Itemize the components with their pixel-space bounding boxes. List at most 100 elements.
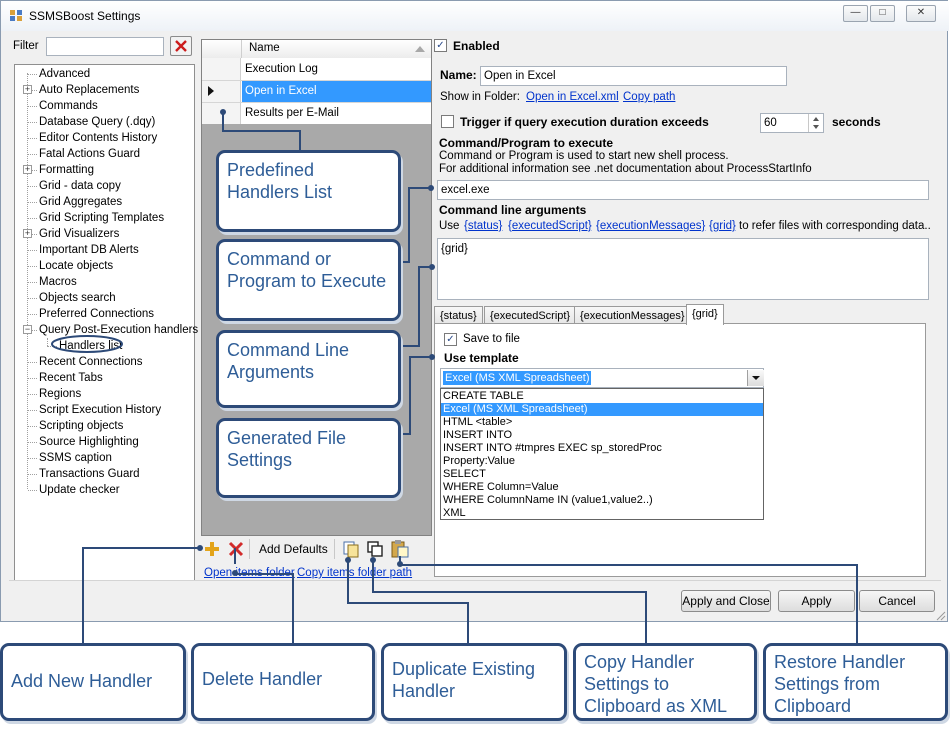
app-icon [10, 10, 22, 21]
template-dropdown-list[interactable]: CREATE TABLE Excel (MS XML Spreadsheet) HT… [440, 388, 764, 520]
expand-icon[interactable]: + [23, 165, 32, 174]
tab-execution-messages[interactable]: {executionMessages} [574, 306, 691, 324]
tree-item[interactable]: Advanced [39, 67, 90, 81]
template-option[interactable]: SELECT [441, 468, 763, 481]
tree-item[interactable]: Recent Connections [39, 355, 143, 369]
show-in-folder-link[interactable]: Open in Excel.xml [526, 91, 619, 103]
command-desc-2: For additional information see .net docu… [439, 163, 812, 175]
tree-item[interactable]: Commands [39, 99, 98, 113]
callout-command-to-execute: Command or Program to Execute [216, 239, 401, 321]
duplicate-icon [343, 541, 359, 558]
token-execution-messages-link[interactable]: {executionMessages} [596, 220, 705, 232]
template-option[interactable]: WHERE Column=Value [441, 481, 763, 494]
tree-item[interactable]: Recent Tabs [39, 371, 103, 385]
tree-connector [28, 426, 37, 427]
resize-grip-icon[interactable] [934, 609, 946, 621]
tree-item[interactable]: Grid Aggregates [39, 195, 122, 209]
token-grid-link[interactable]: {grid} [709, 220, 736, 232]
tree-connector [47, 346, 57, 347]
name-label: Name: [440, 68, 477, 82]
template-option[interactable]: INSERT INTO #tmpres EXEC sp_storedProc [441, 442, 763, 455]
clear-filter-button[interactable] [170, 36, 192, 56]
template-option[interactable]: WHERE ColumnName IN (value1,value2..) [441, 494, 763, 507]
copy-path-link[interactable]: Copy path [623, 91, 675, 103]
tree-connector [28, 266, 37, 267]
tree-item[interactable]: Transactions Guard [39, 467, 140, 481]
template-option[interactable]: INSERT INTO [441, 429, 763, 442]
tree-item[interactable]: Auto Replacements [39, 83, 139, 97]
delete-handler-button[interactable] [227, 540, 245, 558]
tree-item[interactable]: Script Execution History [39, 403, 161, 417]
tree-item[interactable]: Grid - data copy [39, 179, 121, 193]
seconds-spinner[interactable] [808, 114, 823, 132]
grid-row-sep [202, 102, 431, 103]
tree-connector [28, 186, 37, 187]
args-textarea[interactable]: {grid} [437, 238, 929, 300]
grid-row[interactable]: Execution Log [245, 63, 318, 75]
template-option[interactable]: Excel (MS XML Spreadsheet) [441, 403, 763, 416]
apply-and-close-button[interactable]: Apply and Close [681, 590, 771, 612]
tree-item[interactable]: Grid Scripting Templates [39, 211, 164, 225]
callout-generated-file-settings: Generated File Settings [216, 418, 401, 498]
tree-item[interactable]: SSMS caption [39, 451, 112, 465]
tree-connector [28, 442, 37, 443]
tree-child-line [47, 338, 48, 346]
token-status-link[interactable]: {status} [464, 220, 502, 232]
template-option[interactable]: Property:Value [441, 455, 763, 468]
tree-item[interactable]: Locate objects [39, 259, 113, 273]
minimize-button[interactable]: — [843, 5, 868, 22]
close-button[interactable]: ✕ [906, 5, 936, 22]
tree-item[interactable]: Scripting objects [39, 419, 123, 433]
tree-item[interactable]: Fatal Actions Guard [39, 147, 140, 161]
save-to-file-checkbox[interactable]: ✓ [444, 333, 457, 346]
copy-items-folder-path-link[interactable]: Copy items folder path [297, 567, 412, 579]
template-option[interactable]: XML [441, 507, 763, 520]
expand-icon[interactable]: + [23, 229, 32, 238]
expand-icon[interactable]: + [23, 85, 32, 94]
tab-grid[interactable]: {grid} [686, 304, 724, 325]
tree-item[interactable]: Query Post-Execution handlers [39, 323, 198, 337]
grid-row[interactable]: Open in Excel [245, 85, 317, 97]
token-executed-script-link[interactable]: {executedScript} [508, 220, 592, 232]
tree-item[interactable]: Source Highlighting [39, 435, 139, 449]
tree-item[interactable]: Formatting [39, 163, 94, 177]
template-option[interactable]: CREATE TABLE [441, 390, 763, 403]
tree-item[interactable]: Preferred Connections [39, 307, 154, 321]
tree-connector [28, 474, 37, 475]
trigger-checkbox[interactable] [441, 115, 454, 128]
tree-item[interactable]: Handlers list [59, 339, 122, 353]
collapse-icon[interactable]: − [23, 325, 32, 334]
add-handler-button[interactable] [203, 540, 221, 558]
tree-item[interactable]: Database Query (.dqy) [39, 115, 155, 129]
copy-icon [367, 541, 383, 557]
tree-connector [28, 458, 37, 459]
name-input[interactable]: Open in Excel [480, 66, 787, 86]
tree-item[interactable]: Grid Visualizers [39, 227, 119, 241]
tree-item[interactable]: Macros [39, 275, 77, 289]
tree-item[interactable]: Important DB Alerts [39, 243, 139, 257]
template-dropdown-button[interactable] [747, 370, 764, 386]
grid-row[interactable]: Results per E-Mail [245, 107, 339, 119]
template-select[interactable]: Excel (MS XML Spreadsheet) [440, 368, 764, 388]
copy-xml-button[interactable] [366, 540, 384, 558]
add-defaults-button[interactable]: Add Defaults [259, 542, 328, 556]
callout-predefined-handlers-list: Predefined Handlers List [216, 150, 401, 232]
open-items-folder-link[interactable]: Open items folder [204, 567, 295, 579]
args-use-label: Use [439, 220, 460, 232]
tree-item[interactable]: Objects search [39, 291, 116, 305]
tree-item[interactable]: Regions [39, 387, 81, 401]
callout-restore-handler-settings: Restore Handler Settings from Clipboard [763, 643, 948, 721]
filter-input[interactable] [46, 37, 164, 56]
cancel-button[interactable]: Cancel [859, 590, 935, 612]
tree-item[interactable]: Editor Contents History [39, 131, 157, 145]
tree-item[interactable]: Update checker [39, 483, 120, 497]
apply-button[interactable]: Apply [778, 590, 855, 612]
tab-status[interactable]: {status} [434, 306, 483, 324]
duplicate-handler-button[interactable] [342, 540, 360, 558]
command-input[interactable]: excel.exe [437, 180, 929, 200]
enabled-checkbox[interactable]: ✓ [434, 39, 447, 52]
restore-clipboard-button[interactable] [390, 539, 410, 559]
maximize-button[interactable]: □ [870, 5, 895, 22]
tab-executed-script[interactable]: {executedScript} [484, 306, 577, 324]
template-option[interactable]: HTML <table> [441, 416, 763, 429]
